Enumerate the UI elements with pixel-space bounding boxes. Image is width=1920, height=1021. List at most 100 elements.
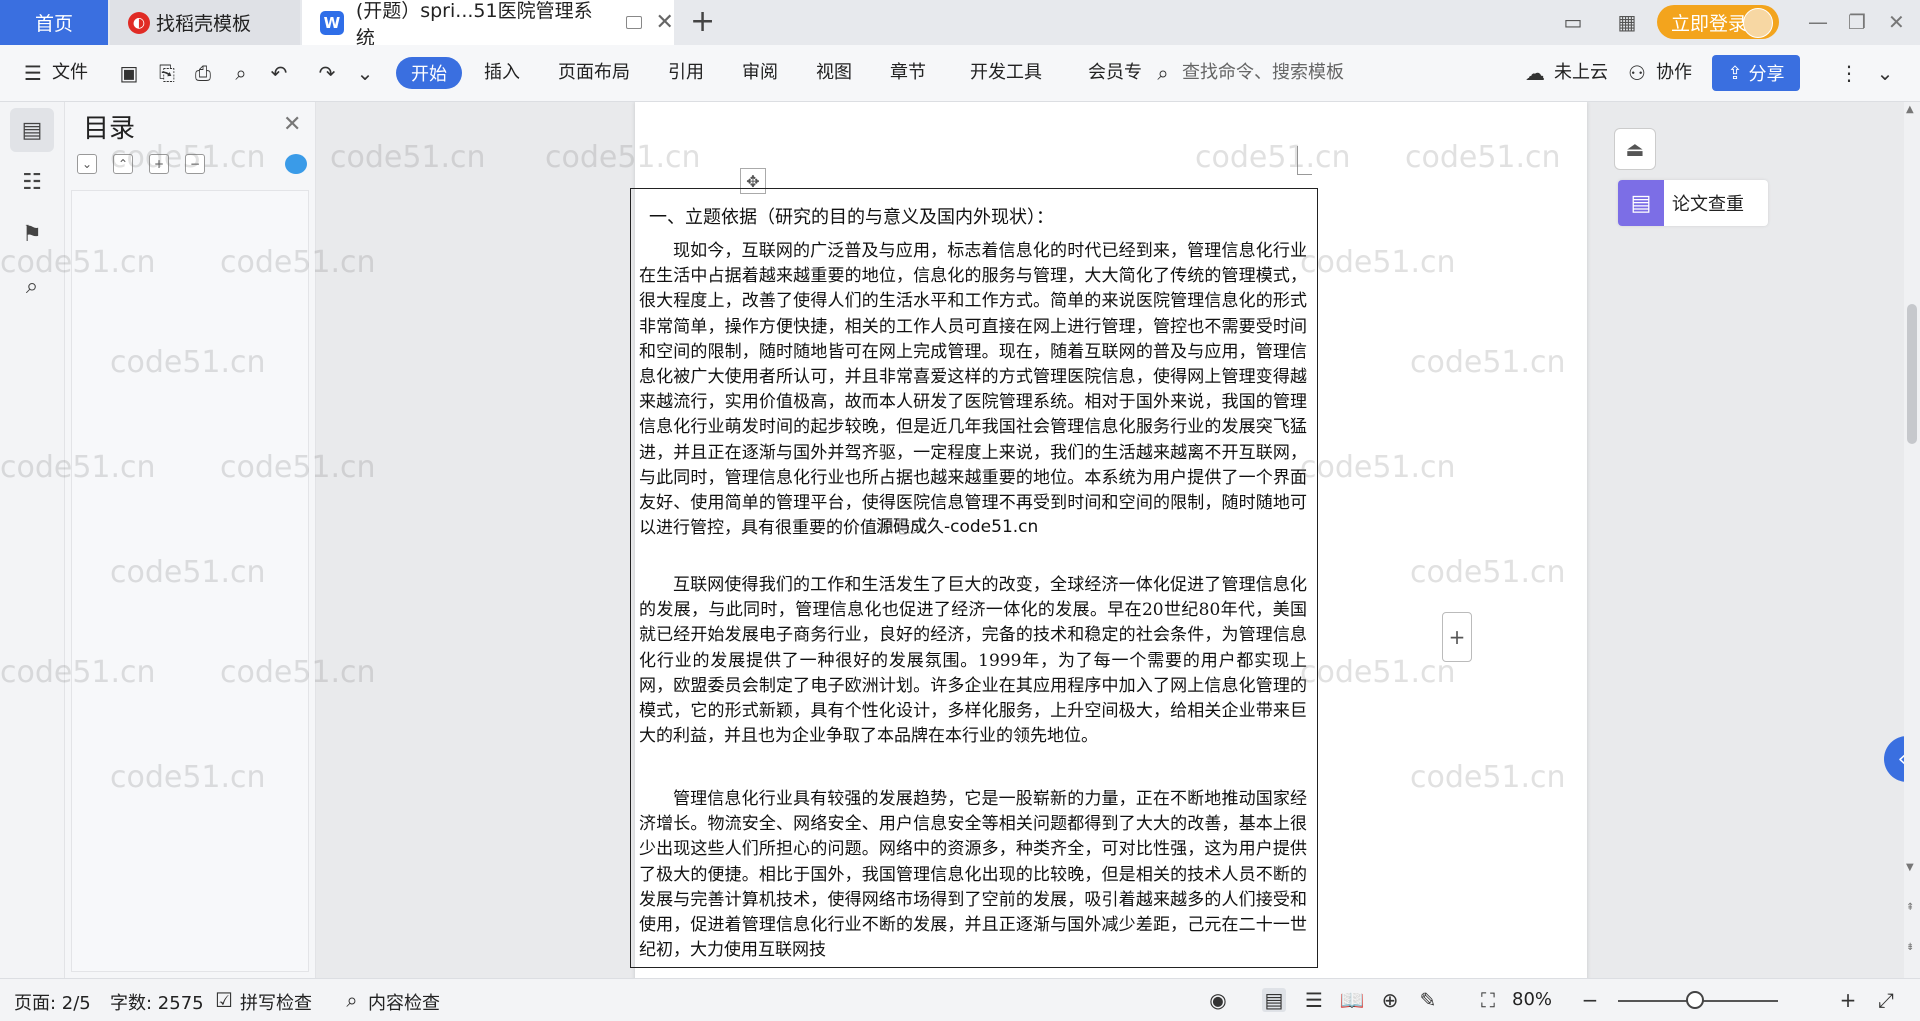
menu-member[interactable]: 会员专 (1088, 59, 1142, 87)
tab-bar: 首页 ◐ 找稻壳模板 W (开题）spri...51医院管理系统 ✕ + ▭ ▦… (0, 0, 1920, 49)
file-menu[interactable]: 文件 (52, 59, 88, 87)
eye-protection-icon[interactable]: ◉ (1206, 988, 1230, 1012)
toc-list[interactable] (71, 190, 309, 972)
menu-view[interactable]: 视图 (816, 59, 852, 87)
tab-home[interactable]: 首页 (0, 0, 108, 45)
write-mode-icon[interactable]: ✎ (1416, 988, 1440, 1012)
more-icon[interactable]: ⋮ (1836, 61, 1862, 85)
apps-grid-icon[interactable]: ▦ (1616, 10, 1638, 34)
add-heading-icon[interactable]: + (149, 154, 169, 174)
menu-developer[interactable]: 开发工具 (970, 59, 1042, 87)
cloud-status[interactable]: 未上云 (1554, 59, 1608, 87)
toc-title: 目录 (83, 114, 136, 144)
scroll-thumb[interactable] (1907, 304, 1917, 444)
paragraph: 现如今，互联网的广泛普及与应用，标志着信息化的时代已经到来，管理信息化行业在生活… (639, 241, 1307, 539)
scroll-down-icon[interactable]: ▼ (1906, 862, 1914, 873)
print-preview-icon[interactable]: ⌕ (228, 61, 254, 85)
content-check-button[interactable]: 内容检查 (368, 989, 440, 1015)
command-search[interactable]: 查找命令、搜索模板 (1182, 59, 1344, 87)
minimize-icon[interactable]: — (1808, 10, 1828, 34)
content-table[interactable]: 一、立题依据（研究的目的与意义及国内外现状）： 现如今，互联网的广泛普及与应用，… (630, 188, 1318, 968)
toolbar: ☰ 文件 ▣ ⎘ ⎙ ⌕ ↶ ↷ ⌄ 开始 插入 页面布局 引用 审阅 视图 章… (0, 45, 1920, 102)
tab-document-label: (开题）spri...51医院管理系统 (355, 0, 593, 49)
collapse-panel-icon[interactable]: ⏏ (1614, 128, 1656, 170)
prev-page-icon[interactable]: ⇞ (1906, 902, 1914, 913)
outline-view-icon[interactable]: ☰ (1302, 988, 1326, 1012)
close-window-icon[interactable]: ✕ (1888, 10, 1905, 34)
docer-logo-icon: ◐ (128, 11, 150, 34)
cloud-icon: ☁ (1525, 61, 1545, 85)
toc-panel: 目录 ✕ ⌄ ⌃ + − (65, 102, 316, 978)
collab-button[interactable]: 协作 (1656, 59, 1692, 87)
toc-icon[interactable]: ▤ (10, 108, 54, 152)
tab-document[interactable]: W (开题）spri...51医院管理系统 ✕ (302, 0, 674, 49)
bookmark-icon[interactable]: ⚑ (10, 212, 54, 256)
plagiarism-check-button[interactable]: ▤ 论文查重 (1618, 180, 1768, 226)
spellcheck-icon: ☑ (215, 988, 233, 1012)
search-icon: ⌕ (1157, 61, 1169, 85)
vertical-scrollbar[interactable]: ▲ ▼ ⇞ ⇟ (1904, 102, 1920, 978)
login-label: 立即登录 (1671, 12, 1748, 35)
paragraph: 管理信息化行业具有较强的发展趋势，它是一股崭新的力量，正在不断地推动国家经济增长… (639, 789, 1307, 961)
hamburger-icon[interactable]: ☰ (20, 61, 46, 85)
save-icon[interactable]: ▣ (116, 61, 142, 85)
tab-template[interactable]: ◐ 找稻壳模板 (110, 0, 300, 45)
menu-insert[interactable]: 插入 (484, 59, 520, 87)
spellcheck-button[interactable]: 拼写检查 (240, 989, 312, 1015)
layout-icon[interactable]: ▭ (1562, 10, 1584, 34)
undo-icon[interactable]: ↶ (266, 61, 292, 85)
print-icon[interactable]: ⎙ (190, 61, 216, 85)
more-quick-icon[interactable]: ⌄ (352, 61, 378, 85)
redo-icon[interactable]: ↷ (314, 61, 340, 85)
share-button[interactable]: ⇪ 分享 (1712, 55, 1800, 91)
next-page-icon[interactable]: ⇟ (1906, 942, 1914, 953)
zoom-out-icon[interactable]: − (1578, 988, 1602, 1012)
web-view-icon[interactable]: ⊕ (1378, 988, 1402, 1012)
page-view-icon[interactable]: ▤ (1262, 988, 1286, 1012)
content-check-icon: ⌕ (346, 988, 358, 1012)
word-count[interactable]: 字数: 2575 (110, 989, 204, 1015)
menu-reference[interactable]: 引用 (668, 59, 704, 87)
avatar (1743, 8, 1773, 38)
zoom-in-icon[interactable]: + (1836, 988, 1860, 1012)
login-button[interactable]: 立即登录 (1657, 5, 1779, 39)
menu-chapter[interactable]: 章节 (890, 59, 926, 87)
navigation-icon[interactable]: ☷ (10, 160, 54, 204)
toc-close-icon[interactable]: ✕ (283, 112, 301, 137)
collapse-all-icon[interactable]: ⌃ (113, 154, 133, 174)
fit-page-icon[interactable]: ⛶ (1476, 988, 1500, 1012)
plagiarism-label: 论文查重 (1672, 194, 1744, 215)
tab-home-label: 首页 (34, 13, 73, 35)
reading-view-icon[interactable]: 📖 (1340, 988, 1365, 1012)
smart-toc-icon[interactable] (285, 154, 307, 174)
collab-icon: ⚇ (1628, 61, 1646, 85)
menu-layout[interactable]: 页面布局 (558, 59, 630, 87)
section-heading: 一、立题依据（研究的目的与意义及国内外现状）： (649, 207, 1054, 228)
add-row-icon[interactable]: + (1442, 612, 1472, 662)
left-rail: ▤ ☷ ⚑ ⌕ (0, 102, 65, 978)
zoom-level[interactable]: 80% (1512, 989, 1552, 1010)
tab-close-icon[interactable]: ✕ (656, 10, 674, 35)
tab-template-label: 找稻壳模板 (156, 13, 252, 35)
fullscreen-icon[interactable]: ⤢ (1874, 988, 1898, 1012)
source-watermark-text: 源码成久-code51.cn (876, 512, 1039, 537)
find-icon[interactable]: ⌕ (10, 264, 54, 308)
menu-review[interactable]: 审阅 (742, 59, 778, 87)
collapse-ribbon-icon[interactable]: ⌄ (1872, 61, 1898, 85)
share-label: 分享 (1748, 64, 1785, 85)
remove-heading-icon[interactable]: − (185, 154, 205, 174)
paragraph: 互联网使得我们的工作和生活发生了巨大的改变，全球经济一体化促进了管理信息化的发展… (639, 575, 1307, 747)
share-icon: ⇪ (1727, 62, 1743, 84)
zoom-slider-handle[interactable] (1686, 991, 1704, 1009)
page-indicator[interactable]: 页面: 2/5 (14, 989, 91, 1015)
expand-all-icon[interactable]: ⌄ (77, 154, 97, 174)
scroll-up-icon[interactable]: ▲ (1906, 104, 1914, 115)
tab-float-icon[interactable] (625, 16, 642, 29)
export-icon[interactable]: ⎘ (154, 61, 180, 85)
plagiarism-icon: ▤ (1618, 180, 1664, 226)
wps-writer-icon: W (320, 10, 344, 35)
new-tab-button[interactable]: + (690, 5, 715, 39)
document-canvas[interactable]: ✥ 一、立题依据（研究的目的与意义及国内外现状）： 现如今，互联网的广泛普及与应… (316, 102, 1904, 978)
restore-icon[interactable]: ❐ (1848, 10, 1866, 34)
menu-start[interactable]: 开始 (396, 57, 462, 89)
